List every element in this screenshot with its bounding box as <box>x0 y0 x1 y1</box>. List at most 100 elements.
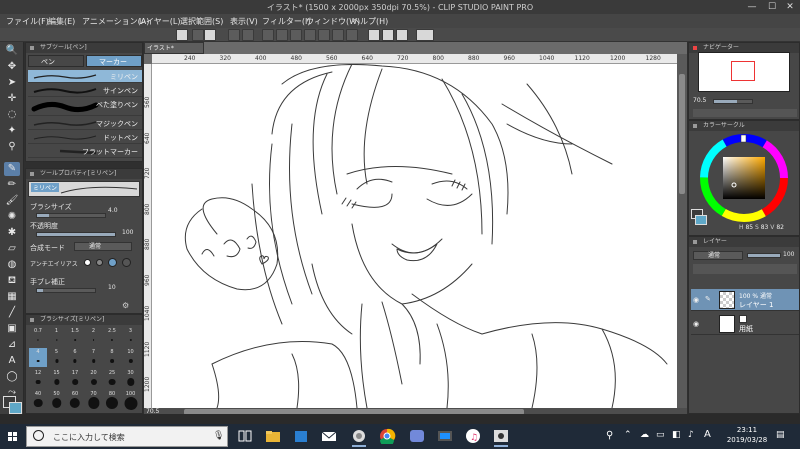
brush-tool-icon[interactable]: 🖌 <box>4 194 20 208</box>
clip-studio-taskbar-icon[interactable] <box>350 428 368 447</box>
snap-grid-icon[interactable] <box>396 29 408 41</box>
brush-size-option[interactable]: 4 <box>29 348 47 367</box>
sub-color-swatch[interactable] <box>9 402 22 414</box>
text-tool-icon[interactable]: A <box>4 354 20 368</box>
notification-center-icon[interactable]: ▤ <box>776 430 785 440</box>
decoration-tool-icon[interactable]: ✱ <box>4 226 20 240</box>
brush-size-option[interactable]: 2.5 <box>103 327 121 346</box>
brush-size-option[interactable]: 0.7 <box>29 327 47 346</box>
antialias-medium[interactable] <box>108 258 117 267</box>
brush-size-option[interactable]: 20 <box>85 369 103 388</box>
layer-move-tool-icon[interactable]: ✛ <box>4 92 20 106</box>
brush-size-option[interactable]: 6 <box>66 348 84 367</box>
brush-size-option[interactable]: 60 <box>66 390 84 409</box>
pen-tool-icon[interactable]: ✎ <box>4 162 20 176</box>
brush-item-flatmarker[interactable]: フラットマーカー <box>28 145 142 158</box>
brush-size-option[interactable]: 3 <box>122 327 140 346</box>
layer-blend-select[interactable]: 通常 <box>693 251 743 260</box>
volume-icon[interactable]: ♪ <box>688 430 694 440</box>
cloud-icon[interactable]: ☁ <box>640 430 649 440</box>
hue-ring[interactable] <box>699 133 789 223</box>
brush-size-option[interactable]: 40 <box>29 390 47 409</box>
brightness-value[interactable]: 82 <box>776 224 784 231</box>
brush-size-option[interactable]: 2 <box>85 327 103 346</box>
eyedropper-tool-icon[interactable]: ⚲ <box>4 140 20 154</box>
new-file-icon[interactable] <box>192 29 204 41</box>
move-tool-icon[interactable]: ✥ <box>4 60 20 74</box>
brush-size-option[interactable]: 10 <box>122 348 140 367</box>
show-hidden-icons-chevron-icon[interactable]: ⌃ <box>624 430 632 440</box>
antialias-strong[interactable] <box>122 258 131 267</box>
frame-tool-icon[interactable]: ▣ <box>4 322 20 336</box>
brush-size-option[interactable]: 5 <box>48 348 66 367</box>
transform-icon[interactable] <box>262 29 274 41</box>
clear-icon[interactable] <box>276 29 288 41</box>
tab-marker[interactable]: マーカー <box>86 55 142 67</box>
document-tab[interactable]: イラスト* <box>144 42 204 54</box>
brush-item-fillpen[interactable]: ベた塗りペン <box>28 98 142 116</box>
brush-size-option[interactable]: 1 <box>48 327 66 346</box>
chrome-icon[interactable] <box>378 428 396 447</box>
opacity-value[interactable]: 100 <box>122 229 133 236</box>
blend-tool-icon[interactable]: ◍ <box>4 258 20 272</box>
brush-size-option[interactable]: 17 <box>66 369 84 388</box>
file-explorer-icon[interactable] <box>264 428 282 444</box>
visibility-eye-icon[interactable]: ◉ <box>693 320 699 328</box>
antialias-weak[interactable] <box>96 259 103 266</box>
task-view-icon[interactable] <box>236 428 254 444</box>
canvas-paper[interactable] <box>152 64 677 408</box>
menu-view[interactable]: 表示(V) <box>230 16 258 27</box>
microphone-icon[interactable]: 🎙 <box>213 431 224 441</box>
taskbar-search-box[interactable]: ここに入力して検索 🎙 <box>26 426 228 447</box>
brush-item-millipen[interactable]: ミリペン <box>28 70 142 83</box>
antialias-none[interactable] <box>84 259 91 266</box>
navigator-view-frame[interactable] <box>731 61 755 81</box>
fill-tool-icon[interactable]: ⛾ <box>4 274 20 288</box>
navigator-thumbnail[interactable] <box>698 52 790 92</box>
clip-studio-icon[interactable] <box>176 29 188 41</box>
visibility-eye-icon[interactable]: ◉ <box>693 296 699 304</box>
layer-row[interactable]: ◉ 用紙 <box>691 313 799 335</box>
menu-file[interactable]: ファイル(F) <box>6 16 49 27</box>
deselect-icon[interactable] <box>304 29 316 41</box>
figure-tool-icon[interactable]: ╱ <box>4 306 20 320</box>
video-app-icon[interactable] <box>436 428 454 444</box>
redo-icon[interactable] <box>242 29 254 41</box>
menu-edit[interactable]: 編集(E) <box>48 16 75 27</box>
fill-icon[interactable] <box>290 29 302 41</box>
close-button[interactable]: ✕ <box>780 0 800 14</box>
brush-item-magicpen[interactable]: マジックペン <box>28 117 142 130</box>
layer-opacity-value[interactable]: 100 <box>783 251 794 258</box>
ime-indicator[interactable]: A <box>704 429 711 440</box>
discord-icon[interactable] <box>408 428 426 444</box>
open-file-icon[interactable] <box>204 29 216 41</box>
selection-tool-icon[interactable]: ◌ <box>4 108 20 122</box>
brush-size-option[interactable]: 30 <box>122 369 140 388</box>
show-selection-icon[interactable] <box>346 29 358 41</box>
pencil-tool-icon[interactable]: ✏ <box>4 178 20 192</box>
vertical-scrollbar[interactable] <box>677 54 687 408</box>
taskbar-clock[interactable]: 23:11 2019/03/28 <box>724 425 770 447</box>
network-icon[interactable]: ◧ <box>672 430 681 440</box>
brush-size-option[interactable]: 12 <box>29 369 47 388</box>
stabilize-slider[interactable] <box>36 288 96 293</box>
invert-selection-icon[interactable] <box>332 29 344 41</box>
stabilize-value[interactable]: 10 <box>108 284 116 291</box>
balloon-tool-icon[interactable]: ◯ <box>4 370 20 384</box>
layer-opacity-slider[interactable] <box>747 253 781 258</box>
menu-layer[interactable]: レイヤー(L) <box>138 16 180 27</box>
people-icon[interactable]: ⚲ <box>606 430 613 441</box>
airbrush-tool-icon[interactable]: ✺ <box>4 210 20 224</box>
brush-size-option[interactable]: 70 <box>85 390 103 409</box>
store-icon[interactable] <box>292 428 310 444</box>
brush-size-option[interactable]: 7 <box>85 348 103 367</box>
brush-size-option[interactable]: 1.5 <box>66 327 84 346</box>
vertical-scroll-thumb[interactable] <box>679 74 685 194</box>
minimize-button[interactable]: — <box>742 0 762 14</box>
brush-size-option[interactable]: 80 <box>103 390 121 410</box>
gradient-tool-icon[interactable]: ▦ <box>4 290 20 304</box>
brush-size-slider[interactable] <box>36 213 106 218</box>
brush-size-option[interactable]: 25 <box>103 369 121 388</box>
help-icon[interactable] <box>416 29 434 41</box>
blend-mode-select[interactable]: 通常 <box>74 242 132 251</box>
